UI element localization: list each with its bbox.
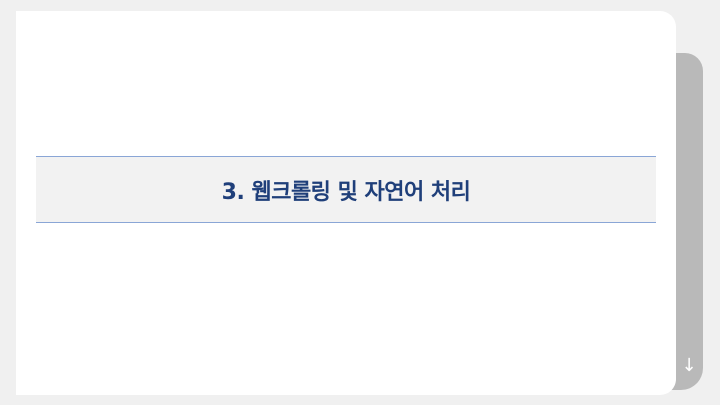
slide-page: 3. 웹크롤링 및 자연어 처리 bbox=[16, 11, 676, 395]
arrow-down-icon[interactable]: ↓ bbox=[681, 354, 697, 378]
slide-title: 3. 웹크롤링 및 자연어 처리 bbox=[221, 179, 471, 205]
title-band: 3. 웹크롤링 및 자연어 처리 bbox=[36, 156, 656, 223]
